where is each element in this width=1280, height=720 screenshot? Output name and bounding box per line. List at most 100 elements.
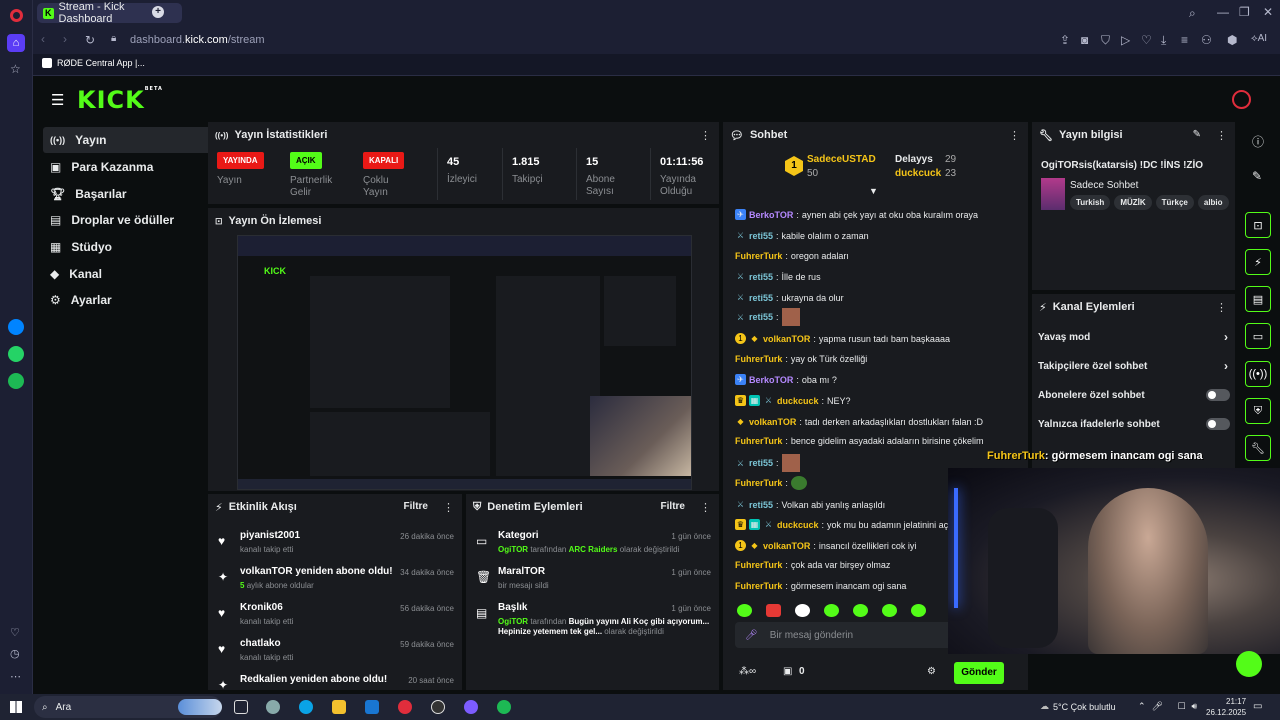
sidebar-item-ayarlar[interactable]: ⚙︎ Ayarlar ▼ xyxy=(43,287,229,313)
emote-only-toggle[interactable] xyxy=(1206,418,1230,430)
activity-menu-icon[interactable]: ⋮ xyxy=(443,501,454,514)
download-icon[interactable]: ⤓ xyxy=(1161,33,1166,48)
chat-menu-icon[interactable]: ⋮ xyxy=(1009,129,1020,142)
activity-filter-button[interactable]: Filtre xyxy=(404,501,428,512)
moderation-filter-button[interactable]: Filtre xyxy=(661,501,685,512)
rail-doc-button[interactable]: ▤ xyxy=(1245,286,1271,312)
sidebar-item-basarilar[interactable]: 🏆︎ Başarılar xyxy=(43,181,229,207)
maximize-icon[interactable]: ❐ xyxy=(1239,5,1250,19)
tray-icons[interactable]: ⌃🎤︎ ☐🔊︎ xyxy=(1138,701,1203,712)
send-button[interactable]: Gönder xyxy=(954,662,1004,684)
emote-6-icon[interactable] xyxy=(882,604,897,617)
category-name[interactable]: Sadece Sohbet xyxy=(1070,180,1138,191)
mic-icon[interactable]: 🎤︎ xyxy=(745,630,758,641)
tag[interactable]: albio xyxy=(1197,195,1229,210)
extensions-icon[interactable]: ⬢ xyxy=(1227,33,1237,47)
menu-icon[interactable]: ≡ xyxy=(1181,33,1188,47)
pencil-icon[interactable]: ✎ xyxy=(1252,169,1262,183)
messenger-icon[interactable] xyxy=(8,319,24,335)
minimize-icon[interactable]: — xyxy=(1217,5,1229,19)
chat-settings-icon[interactable]: ⚙︎ xyxy=(927,666,936,677)
close-window-icon[interactable]: ✕ xyxy=(1263,5,1273,19)
spotify-icon[interactable] xyxy=(8,373,24,389)
notification-icon[interactable]: ▭ xyxy=(1253,701,1262,712)
url-field[interactable]: dashboard.kick.com/stream xyxy=(130,34,265,46)
search-tabs-icon[interactable]: ⌕ xyxy=(1189,6,1196,21)
rail-bolt-button[interactable]: ⚡︎ xyxy=(1245,249,1271,275)
play-icon[interactable]: ▷ xyxy=(1121,33,1130,47)
opera-icon[interactable] xyxy=(398,700,412,714)
emote-1-icon[interactable] xyxy=(737,604,752,617)
stream-preview-video[interactable]: KICK xyxy=(237,235,692,490)
profile-icon[interactable]: ⚇ xyxy=(1201,33,1212,47)
task-view-icon[interactable] xyxy=(234,700,248,714)
stats-menu-icon[interactable]: ⋮ xyxy=(700,129,711,142)
kick-logo[interactable]: KICKBETA xyxy=(77,86,163,114)
tag[interactable]: Türkçe xyxy=(1155,195,1194,210)
channel-actions-menu-icon[interactable]: ⋮ xyxy=(1216,301,1227,314)
explorer-icon[interactable] xyxy=(332,700,346,714)
obs-icon[interactable] xyxy=(431,700,445,714)
rail-chat-button[interactable]: ▭ xyxy=(1245,323,1271,349)
share-icon[interactable]: ⇪ xyxy=(1060,33,1070,47)
sidebar-item-studyo[interactable]: ▦ Stüdyo ▼ xyxy=(43,234,229,260)
action-followers-only[interactable]: Takipçilere özel sohbet › xyxy=(1038,359,1228,373)
outlook-icon[interactable] xyxy=(365,700,379,714)
edit-icon[interactable]: ✎ xyxy=(1193,129,1201,140)
rail-wrench-button[interactable]: 🔧︎ xyxy=(1245,435,1271,461)
browser-icon[interactable] xyxy=(266,700,280,714)
camera-icon[interactable]: ◙ xyxy=(1081,33,1088,47)
edge-icon[interactable] xyxy=(299,700,313,714)
more-icon[interactable]: ⋯ xyxy=(10,670,21,683)
emote-4-icon[interactable] xyxy=(824,604,839,617)
rail-broadcast-button[interactable]: ((•)) xyxy=(1245,361,1271,387)
top-gifter-1[interactable]: SadeceUSTAD xyxy=(807,154,876,165)
hamburger-icon[interactable]: ☰ xyxy=(51,91,64,109)
action-slow-mode[interactable]: Yavaş mod › xyxy=(1038,330,1228,344)
whatsapp-icon[interactable] xyxy=(8,346,24,362)
discord-icon[interactable] xyxy=(464,700,478,714)
collapse-icon[interactable]: ▼ xyxy=(869,186,878,196)
bookmark-rode[interactable]: RØDE Central App |... xyxy=(42,58,145,68)
history-icon[interactable]: ◷ xyxy=(10,647,20,660)
user-avatar-icon[interactable] xyxy=(1232,90,1251,109)
action-subs-only[interactable]: Abonelere özel sohbet xyxy=(1038,389,1230,401)
home-icon[interactable]: ⌂ xyxy=(7,34,25,52)
ai-button[interactable]: ⟡AI xyxy=(1251,33,1267,44)
tag[interactable]: Turkish xyxy=(1070,195,1111,210)
sidebar-item-droplar[interactable]: ▤ Droplar ve ödüller xyxy=(43,207,229,233)
heart-icon[interactable]: ♡ xyxy=(10,626,20,639)
support-icon[interactable] xyxy=(1236,651,1262,677)
rail-camera-button[interactable]: ⊡ xyxy=(1245,212,1271,238)
emote-3-icon[interactable] xyxy=(795,604,810,617)
emote-5-icon[interactable] xyxy=(853,604,868,617)
stream-info-menu-icon[interactable]: ⋮ xyxy=(1216,129,1227,142)
moderation-menu-icon[interactable]: ⋮ xyxy=(700,501,711,514)
top-gifter-3[interactable]: duckcuck xyxy=(895,168,941,179)
sidebar-item-kanal[interactable]: ◆ Kanal ▼ xyxy=(43,261,229,287)
tag[interactable]: MÜZİK xyxy=(1114,195,1152,210)
category-thumb[interactable] xyxy=(1041,178,1065,210)
gift-icon[interactable]: ▣ xyxy=(783,666,792,677)
forward-icon[interactable]: › xyxy=(63,32,67,46)
top-gifter-2[interactable]: Delayys xyxy=(895,154,933,165)
taskbar-search[interactable]: ⌕ Ara xyxy=(34,696,222,718)
spotify-taskbar-icon[interactable] xyxy=(497,700,511,714)
info-icon[interactable]: ⓘ xyxy=(1252,133,1264,150)
shield-icon[interactable]: ⛉ xyxy=(1101,33,1110,48)
sidebar-item-yayin[interactable]: ((•)) Yayın xyxy=(43,127,229,153)
back-icon[interactable]: ‹ xyxy=(41,32,45,46)
reload-icon[interactable]: ↻ xyxy=(85,33,95,47)
emote-2-icon[interactable] xyxy=(766,604,781,617)
points-icon[interactable]: ⁂∞ xyxy=(739,666,756,677)
clock[interactable]: 21:17 26.12.2025 xyxy=(1206,696,1246,718)
new-tab-button[interactable]: + xyxy=(152,6,164,18)
subs-only-toggle[interactable] xyxy=(1206,389,1230,401)
sidebar-item-para-kazanma[interactable]: ▣ Para Kazanma ▼ xyxy=(43,154,229,180)
opera-logo-icon[interactable] xyxy=(10,9,23,22)
weather-widget[interactable]: ☁ 5°C Çok bulutlu xyxy=(1040,701,1116,712)
rail-shield-button[interactable]: ⛨ xyxy=(1245,398,1271,424)
star-icon[interactable]: ☆ xyxy=(10,62,21,76)
action-emote-only[interactable]: Yalnızca ifadelerle sohbet xyxy=(1038,418,1230,430)
windows-start-icon[interactable] xyxy=(10,701,22,713)
